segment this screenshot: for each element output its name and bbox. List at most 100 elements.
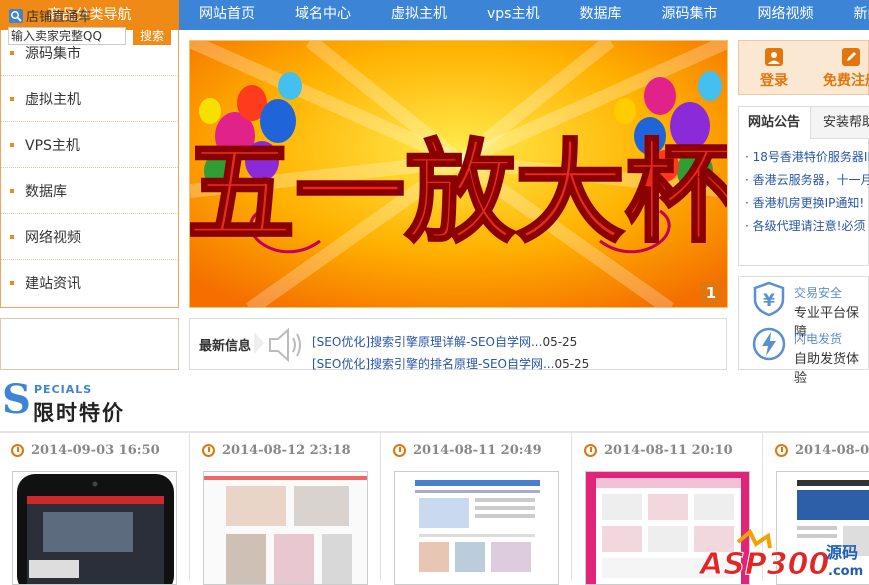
login-label: 登录 [760,73,788,89]
sidebar-item-label: 数据库 [25,183,67,200]
nav-item-source-market[interactable]: 源码集市 [641,0,737,30]
nav-item-vps[interactable]: vps主机 [467,0,559,30]
nav-item-domain[interactable]: 域名中心 [275,0,371,30]
sidebar-item-site-news[interactable]: 建站资讯 [1,260,178,306]
product-card[interactable]: 2014-09-03 16:50 [0,433,190,585]
bullet-icon [10,281,14,285]
nav-item-virtual-host[interactable]: 虚拟主机 [371,0,467,30]
bullet-icon [10,188,14,193]
lightning-icon [752,327,786,361]
clock-icon [202,444,215,457]
slide-indicator[interactable]: 1 [700,282,722,304]
clock-icon [11,444,24,457]
tab-notice[interactable]: 网站公告 [739,107,811,139]
phone-thumbnail-image [17,474,174,584]
login-button[interactable]: 登录 [739,41,809,96]
news-item-date: 05-25 [542,335,578,349]
product-card[interactable]: 2014-08-12 23:18 [191,433,381,585]
product-date: 2014-08-12 23:18 [202,443,351,458]
promo-banner[interactable]: 五一放大杯 [189,40,728,308]
notice-item-label: 香港云服务器，十一月 [752,173,869,187]
speaker-icon [269,327,301,363]
product-date-text: 2014-08-11 20:10 [604,443,733,458]
sidebar-item-virtual-host[interactable]: 虚拟主机 [1,76,178,122]
news-label-arrow [254,332,264,354]
product-date-text: 2014-08-0 [795,443,869,458]
news-item[interactable]: [SEO优化]搜索引擎原理详解-SEO自学网...05-25 [312,333,577,350]
user-box: 登录 免费注册 [738,40,869,95]
shop-search-title: 店铺直通车 [9,6,91,25]
specials-initial: S [2,376,31,423]
search-icon [9,8,23,23]
sidebar-item-label: 源码集市 [25,45,81,62]
notice-item-label: 各级代理请注意!必须 [752,219,866,233]
product-thumbnail[interactable] [203,471,368,585]
sidebar-item-label: 网络视频 [25,229,81,246]
notice-item-label: 香港机房更换IP通知! [752,196,865,210]
notice-item[interactable]: · 各级代理请注意!必须 [745,217,865,234]
news-item[interactable]: [SEO优化]搜索引擎的排名原理-SEO自学网...05-25 [312,355,589,372]
bullet-icon [10,50,14,55]
news-label: 最新信息 [199,339,252,354]
service-title: 闪电发货 [794,332,843,346]
nav-item-video[interactable]: 网络视频 [737,0,833,30]
watermark-domain: .com [828,564,863,579]
notice-item[interactable]: · 18号香港特价服务器II [745,148,869,165]
portal-site-thumbnail-image [395,472,558,584]
clock-icon [584,444,597,457]
product-date-text: 2014-08-11 20:49 [413,443,542,458]
register-label: 免费注册 [823,73,869,89]
product-date: 2014-09-03 16:50 [11,443,160,458]
clock-icon [775,444,788,457]
news-item-title: [SEO优化]搜索引擎原理详解-SEO自学网... [312,335,543,349]
nav-item-home[interactable]: 网站首页 [179,0,275,30]
category-sidebar: 源码集市 虚拟主机 VPS主机 数据库 网络视频 建站资讯 [0,30,179,308]
bullet-icon [10,96,14,101]
nav-item-news[interactable]: 新闻 [833,0,869,30]
edit-icon [842,48,860,66]
tab-install-help[interactable]: 安装帮助 [811,107,869,139]
shop-search-label: 店铺直通车 [26,10,92,25]
news-item-title: [SEO优化]搜索引擎的排名原理-SEO自学网... [312,357,555,371]
shop-search-button[interactable]: 搜索 [133,27,171,45]
product-date: 2014-08-11 20:49 [393,443,542,458]
product-date: 2014-08-11 20:10 [584,443,733,458]
sidebar-item-label: 虚拟主机 [25,91,81,108]
nav-item-database[interactable]: 数据库 [559,0,641,30]
sidebar-item-vps[interactable]: VPS主机 [1,122,178,168]
svg-text:¥: ¥ [763,291,775,311]
notice-item[interactable]: · 香港机房更换IP通知! [745,194,864,211]
asp300-logo: ASP300 源码 .com [698,528,863,583]
seller-qq-input[interactable]: 输入卖家完整QQ [8,27,126,45]
specials-subtitle: PECIALS [34,383,93,396]
product-thumbnail[interactable] [394,471,559,585]
product-card[interactable]: 2014-08-11 20:49 [382,433,572,585]
watermark-suffix: 源码 [826,543,858,562]
service-title: 交易安全 [794,286,843,300]
specials-title: 限时特价 [33,401,125,425]
shop-search-panel [0,318,179,370]
sidebar-item-video[interactable]: 网络视频 [1,214,178,260]
main-nav: 网站首页 域名中心 虚拟主机 vps主机 数据库 源码集市 网络视频 新闻 [179,0,869,30]
product-thumbnail[interactable] [12,471,177,585]
site-watermark-logo: ASP300 源码 .com [698,528,869,583]
sidebar-item-label: 建站资讯 [25,276,81,292]
banner-headline: 五一放大杯 [190,129,728,257]
product-date-text: 2014-08-12 23:18 [222,443,351,458]
sidebar-item-database[interactable]: 数据库 [1,168,178,214]
sidebar-item-label: VPS主机 [25,137,80,154]
notice-item[interactable]: · 香港云服务器，十一月 [745,171,869,188]
banner-image: 五一放大杯 [190,41,728,307]
bullet-icon [10,234,14,239]
fashion-site-thumbnail-image [204,472,367,584]
clock-icon [393,444,406,457]
user-icon [765,48,783,66]
notice-item-label: 18号香港特价服务器II [752,150,869,164]
news-item-date: 05-25 [554,357,590,371]
watermark-brand: ASP300 [698,547,829,581]
shield-yen-icon: ¥ [753,281,785,317]
register-button[interactable]: 免费注册 [811,41,869,96]
product-date-text: 2014-09-03 16:50 [31,443,160,458]
bullet-icon [10,142,14,147]
service-desc: 自助发货体验 [794,352,860,386]
